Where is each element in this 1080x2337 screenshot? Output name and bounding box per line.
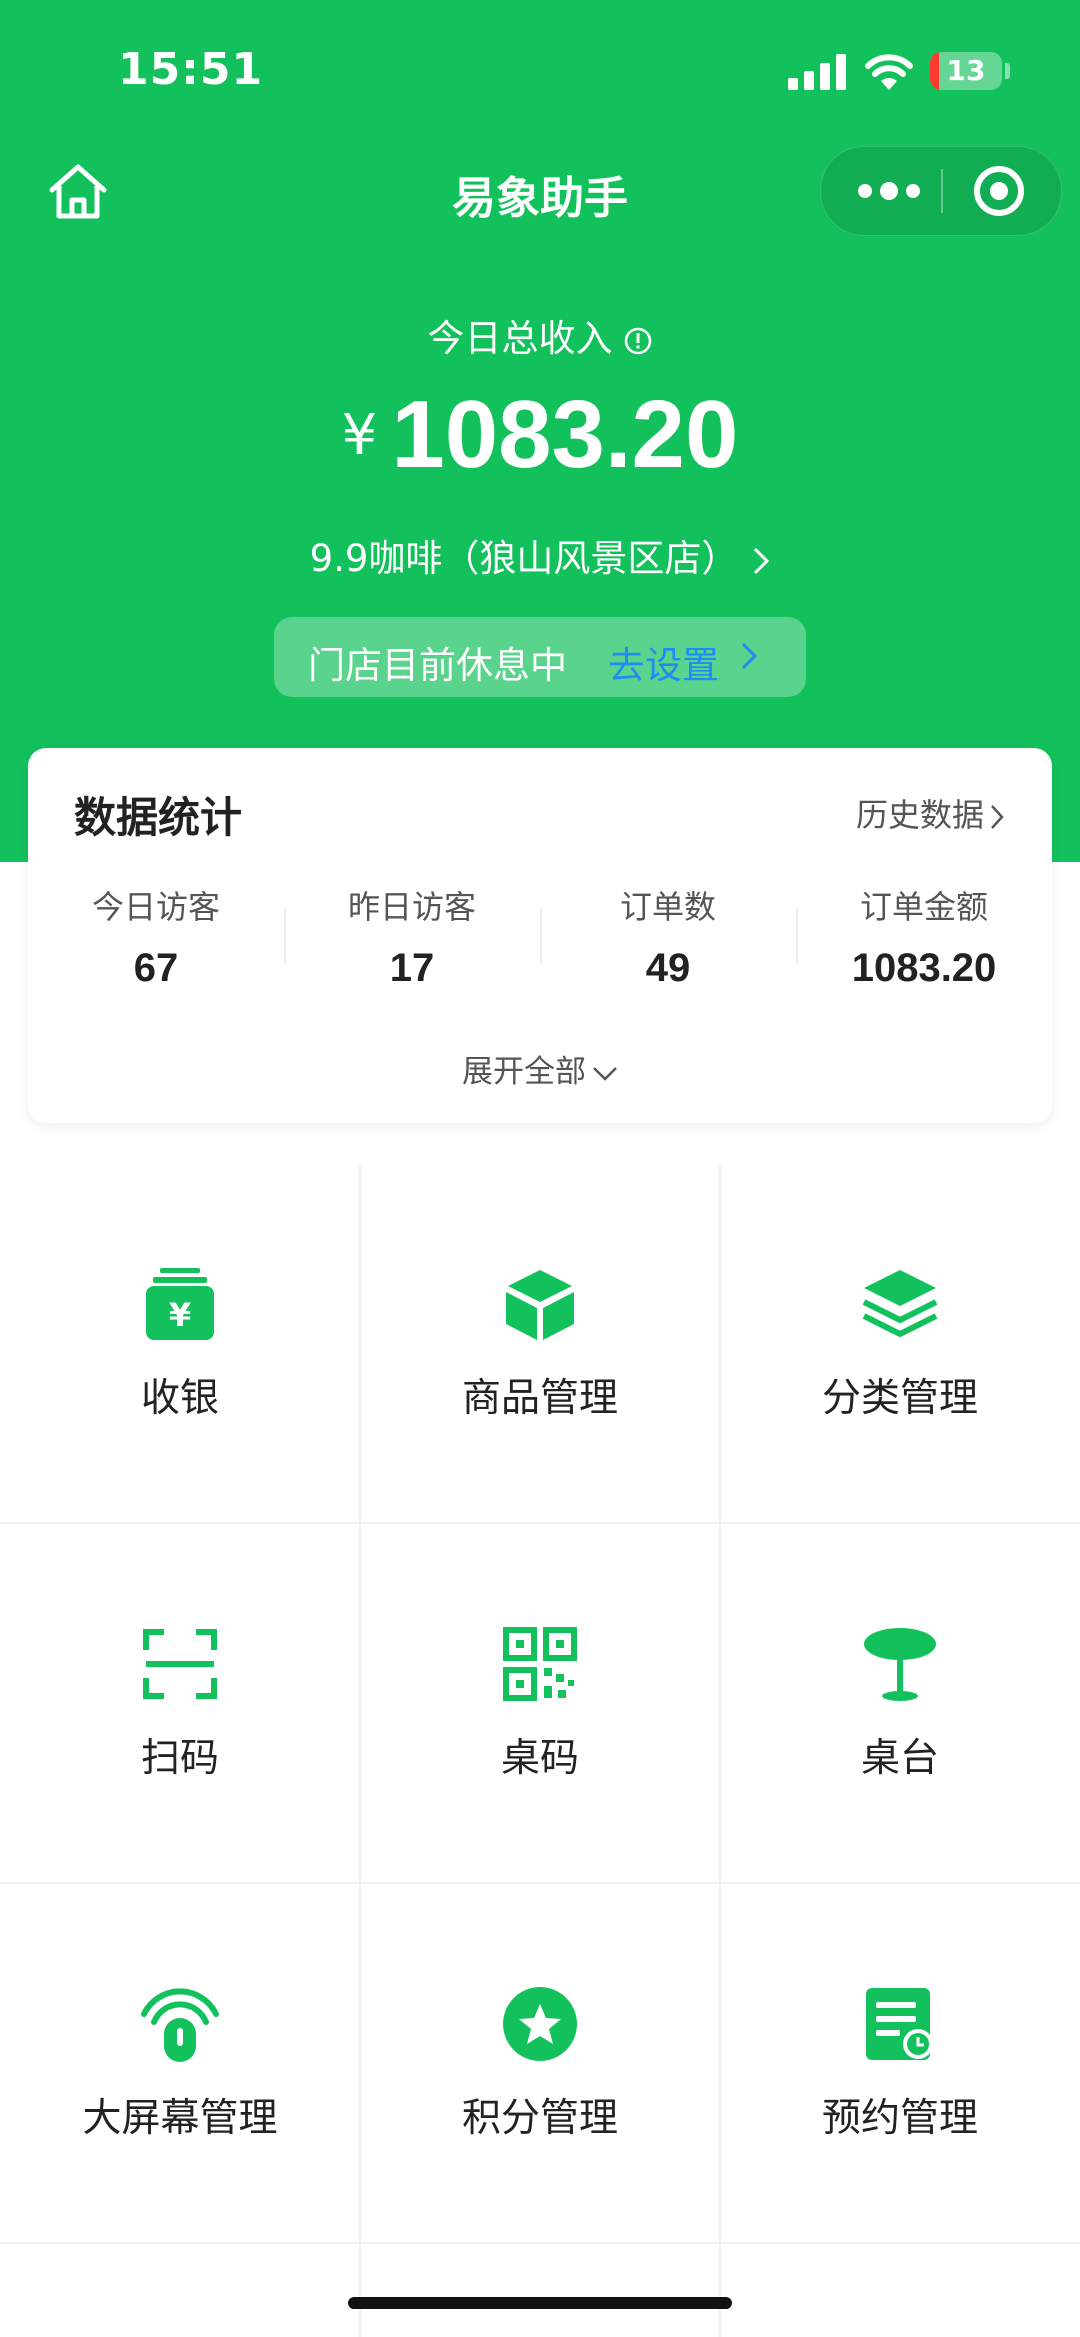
menu-item-scan[interactable]: 扫码: [0, 1524, 360, 1884]
history-data-label: 历史数据: [855, 796, 984, 834]
chevron-down-icon: [593, 1066, 617, 1081]
svg-text:¥: ¥: [169, 1296, 191, 1334]
store-status-text: 门店目前休息中: [308, 644, 567, 687]
box-icon: [506, 1270, 574, 1340]
menu-label: 积分管理: [461, 2096, 618, 2141]
menu-label: 桌台: [860, 1736, 939, 1781]
stat-value: 17: [389, 946, 435, 990]
menu-item-categories[interactable]: 分类管理: [720, 1164, 1080, 1524]
store-name: 9.9咖啡（狼山风景区店）: [309, 537, 739, 580]
home-indicator[interactable]: [348, 2297, 732, 2309]
stat-label: 昨日访客: [347, 888, 476, 926]
stat-label: 今日访客: [91, 888, 220, 926]
cashier-icon: ¥: [146, 1268, 214, 1340]
menu-item-reservations[interactable]: 预约管理: [720, 1884, 1080, 2244]
menu-item-big-screen[interactable]: 大屏幕管理: [0, 1884, 360, 2244]
menu-label: 大屏幕管理: [82, 2096, 278, 2141]
battery-percentage: 13: [946, 54, 986, 87]
more-options-icon[interactable]: [851, 165, 927, 217]
menu-label: 商品管理: [461, 1376, 618, 1421]
menu-label: 预约管理: [821, 2096, 978, 2141]
stat-order-count: 订单数 49: [540, 882, 796, 991]
big-screen-icon: [141, 1988, 219, 2062]
battery-cap: [1005, 63, 1010, 79]
chevron-right-icon: [741, 642, 758, 670]
chevron-right-icon: [754, 547, 770, 574]
status-time: 15:51: [118, 44, 264, 95]
stat-order-amount: 订单金额 1083.20: [796, 882, 1052, 991]
menu-label: 桌码: [500, 1736, 579, 1781]
menu-label: 扫码: [140, 1736, 219, 1781]
stats-title: 数据统计: [74, 793, 243, 842]
stat-label: 订单数: [619, 888, 716, 926]
menu-label: 分类管理: [821, 1376, 978, 1421]
layers-icon: [862, 1270, 938, 1337]
stats-card: 数据统计 历史数据 今日访客 67 昨日访客 17 订单数 49 订单金额 10…: [28, 748, 1052, 1123]
scan-icon: [143, 1629, 217, 1699]
income-label-row: 今日总收入: [0, 308, 1080, 362]
table-icon: [864, 1628, 936, 1701]
menu-item-cashier[interactable]: ¥ 收银: [0, 1164, 360, 1524]
currency-symbol: ¥: [341, 402, 378, 468]
menu-item-tables[interactable]: 桌台: [720, 1524, 1080, 1884]
stat-value: 67: [133, 946, 179, 990]
go-settings-link[interactable]: 去设置: [608, 635, 719, 689]
stat-value: 49: [645, 946, 691, 990]
menu-item-products[interactable]: 商品管理: [360, 1164, 720, 1524]
points-star-icon: [503, 1987, 577, 2061]
chevron-right-icon: [991, 805, 1004, 829]
store-status-banner[interactable]: 门店目前休息中 去设置: [274, 617, 806, 697]
info-icon[interactable]: [623, 326, 653, 356]
income-value: 1083.20: [391, 381, 739, 488]
expand-all-label: 展开全部: [462, 1054, 586, 1090]
menu-item-table-code[interactable]: 桌码: [360, 1524, 720, 1884]
capsule-divider: [941, 169, 943, 213]
income-label: 今日总收入: [427, 317, 613, 360]
wifi-icon: [865, 54, 913, 90]
menu-item-points[interactable]: 积分管理: [360, 1884, 720, 2244]
close-mini-program-icon[interactable]: [969, 161, 1029, 221]
store-selector[interactable]: 9.9咖啡（狼山风景区店）: [0, 528, 1080, 582]
mini-program-capsule: [820, 146, 1062, 236]
reservation-icon: [866, 1988, 933, 2060]
menu-label: 收银: [140, 1376, 219, 1421]
stat-label: 订单金额: [859, 888, 988, 926]
expand-all-button[interactable]: 展开全部: [28, 1046, 1052, 1091]
stat-today-visitors: 今日访客 67: [28, 882, 284, 991]
battery-indicator: 13: [930, 52, 1002, 90]
stat-yesterday-visitors: 昨日访客 17: [284, 882, 540, 991]
income-amount: ¥1083.20: [0, 380, 1080, 490]
stat-value: 1083.20: [851, 946, 997, 990]
qr-code-icon: [503, 1627, 577, 1701]
history-data-link[interactable]: 历史数据: [856, 790, 1004, 836]
cellular-signal-icon: [788, 54, 846, 90]
